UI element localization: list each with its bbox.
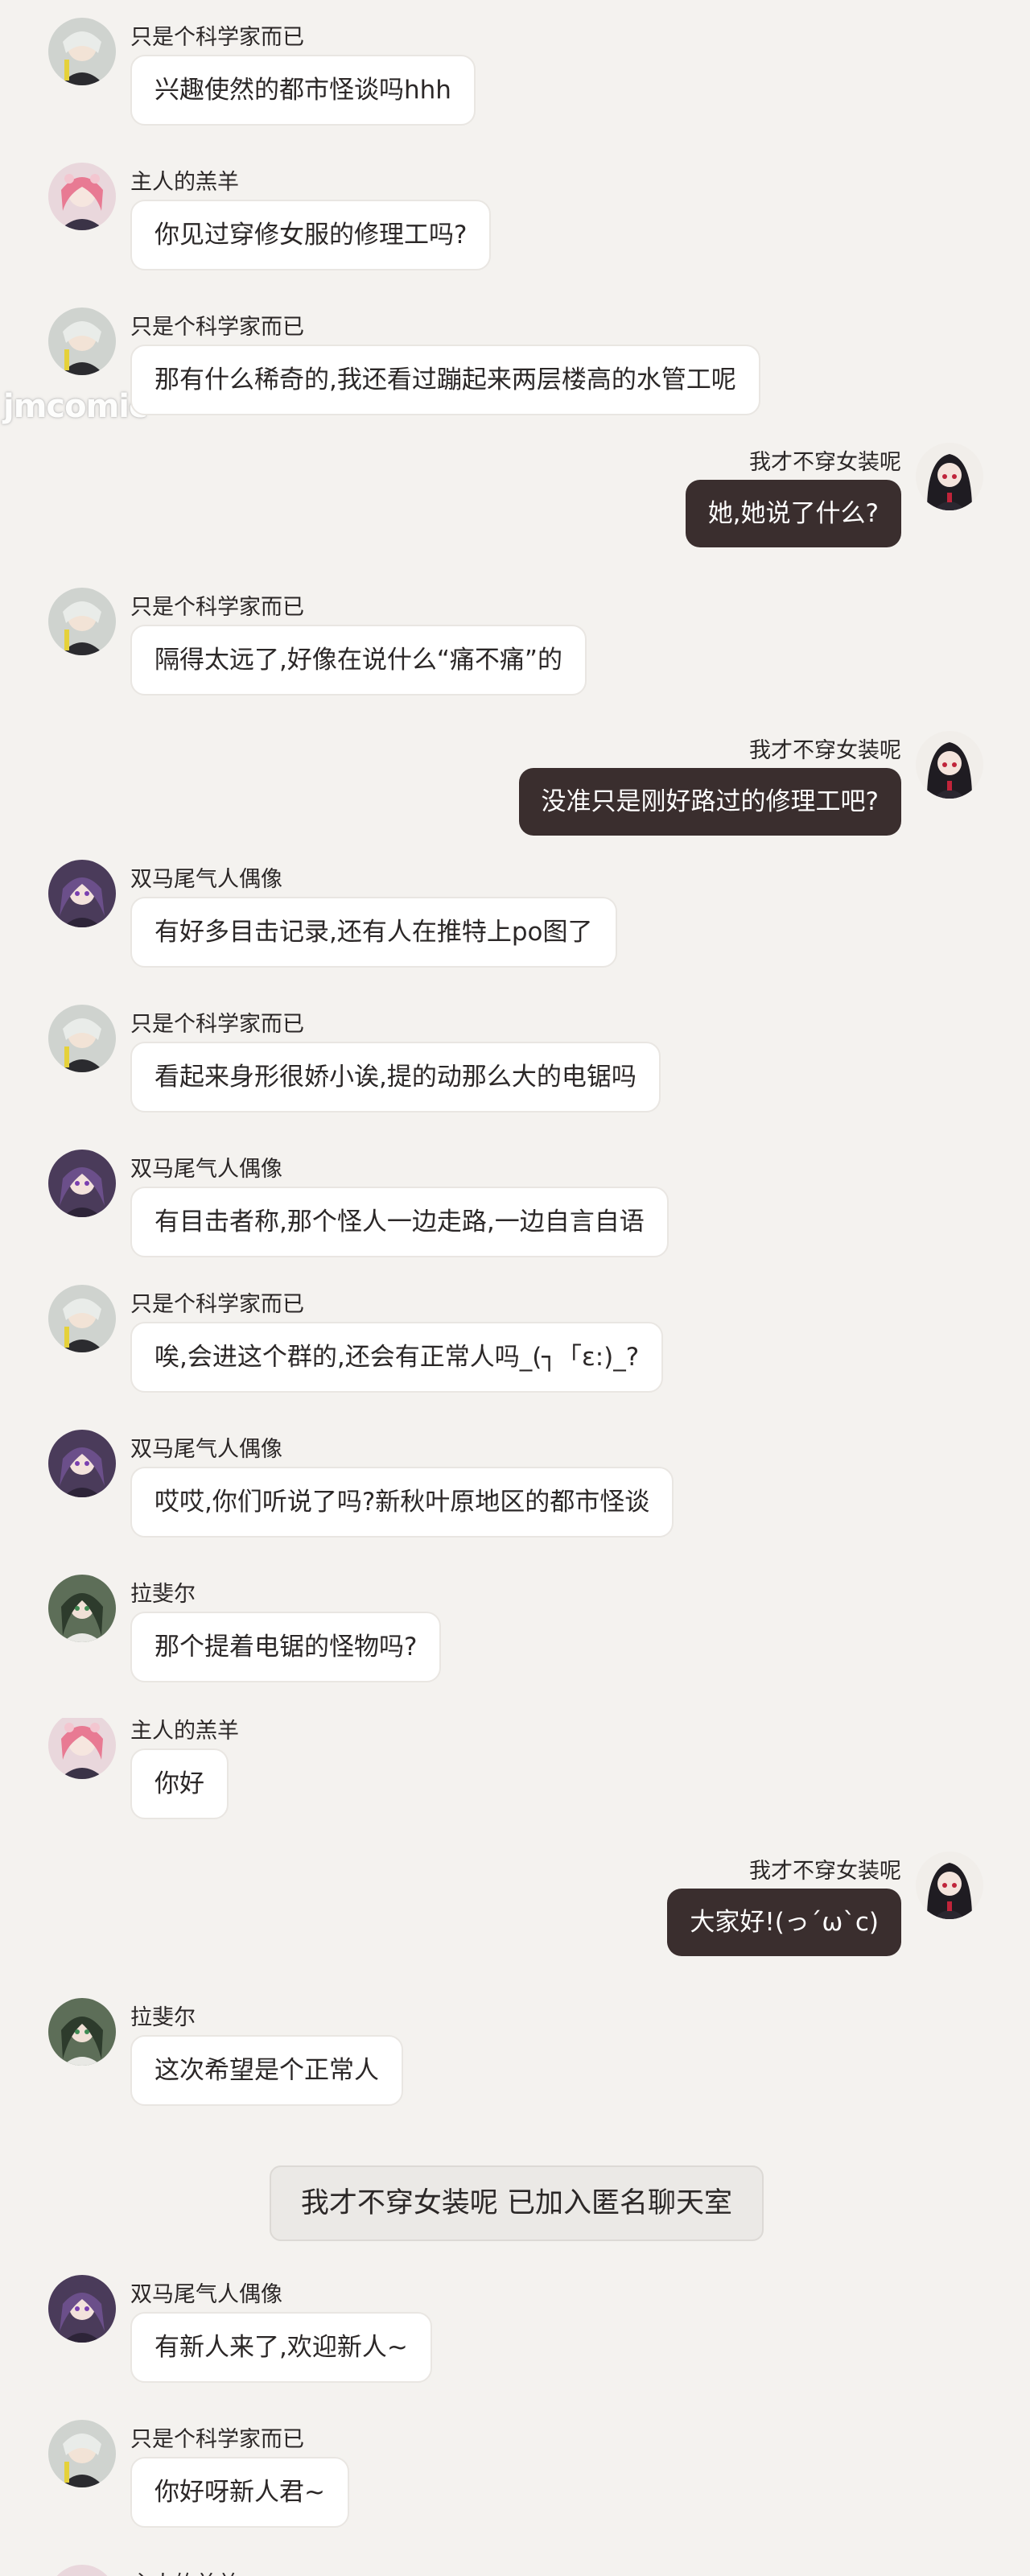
scientist-avatar-icon[interactable] xyxy=(48,2420,116,2487)
sender-name: 只是个科学家而已 xyxy=(130,315,304,340)
sender-name: 双马尾气人偶像 xyxy=(130,1157,282,1182)
self-avatar-icon[interactable] xyxy=(916,443,983,510)
message-bubble[interactable]: 没准只是刚好路过的修理工吧? xyxy=(518,768,901,836)
message-bubble[interactable]: 隔得太远了,好像在说什么“痛不痛”的 xyxy=(130,625,587,696)
raphael-avatar-icon[interactable] xyxy=(48,1998,116,2066)
lamb-avatar-icon[interactable] xyxy=(48,163,116,230)
message-bubble[interactable]: 看起来身形很娇小诶,提的动那么大的电锯吗 xyxy=(130,1042,661,1113)
sender-name: 我才不穿女装呢 xyxy=(749,450,901,475)
lamb-avatar-icon[interactable] xyxy=(48,1711,116,1779)
sender-name: 我才不穿女装呢 xyxy=(749,738,901,763)
message-bubble[interactable]: 那个提着电锯的怪物吗? xyxy=(130,1612,442,1682)
sender-name: 只是个科学家而已 xyxy=(130,25,304,50)
message-bubble[interactable]: 你见过穿修女服的修理工吗? xyxy=(130,200,492,270)
watermark: jmcomic xyxy=(3,388,148,425)
idol-avatar-icon[interactable] xyxy=(48,1430,116,1497)
message-bubble[interactable]: 有好多目击记录,还有人在推特上po图了 xyxy=(130,897,617,968)
sender-name: 主人的羔羊 xyxy=(130,2566,239,2576)
sender-name: 我才不穿女装呢 xyxy=(749,1859,901,1884)
scientist-avatar-icon[interactable] xyxy=(48,588,116,655)
crop-band xyxy=(0,1703,1030,1718)
sender-name: 主人的羔羊 xyxy=(130,170,239,195)
message-bubble[interactable]: 唉,会进这个群的,还会有正常人吗_(┐「ε:)_? xyxy=(130,1322,664,1393)
sender-name: 双马尾气人偶像 xyxy=(130,2282,282,2307)
message-bubble[interactable]: 她,她说了什么? xyxy=(685,480,901,547)
message-bubble[interactable]: 有新人来了,欢迎新人~ xyxy=(130,2312,432,2383)
self-avatar-icon[interactable] xyxy=(916,731,983,799)
chat-screen: jmcomic 只是个科学家而已 兴趣使然的都市怪谈吗hhh 主人的羔羊 你见过… xyxy=(0,0,1030,2576)
sender-name: 只是个科学家而已 xyxy=(130,1012,304,1037)
sender-name: 拉斐尔 xyxy=(130,1582,196,1607)
scientist-avatar-icon[interactable] xyxy=(48,308,116,375)
message-bubble[interactable]: 你好呀新人君~ xyxy=(130,2457,349,2528)
message-bubble[interactable]: 这次希望是个正常人 xyxy=(130,2035,403,2106)
idol-avatar-icon[interactable] xyxy=(48,1150,116,1217)
message-bubble[interactable]: 哎哎,你们听说了吗?新秋叶原地区的都市怪谈 xyxy=(130,1467,674,1538)
scientist-avatar-icon[interactable] xyxy=(48,1285,116,1352)
sender-name: 拉斐尔 xyxy=(130,2005,196,2030)
scientist-avatar-icon[interactable] xyxy=(48,18,116,85)
sender-name: 只是个科学家而已 xyxy=(130,1292,304,1317)
message-bubble[interactable]: 大家好!(っ´ω`c) xyxy=(667,1889,901,1956)
system-notice: 我才不穿女装呢 已加入匿名聊天室 xyxy=(270,2165,764,2241)
idol-avatar-icon[interactable] xyxy=(48,2275,116,2343)
idol-avatar-icon[interactable] xyxy=(48,860,116,927)
sender-name: 只是个科学家而已 xyxy=(130,2427,304,2452)
raphael-avatar-icon[interactable] xyxy=(48,1575,116,1642)
sender-name: 双马尾气人偶像 xyxy=(130,867,282,892)
message-bubble[interactable]: 兴趣使然的都市怪谈吗hhh xyxy=(130,55,476,126)
self-avatar-icon[interactable] xyxy=(916,1852,983,1919)
message-bubble[interactable]: 你好 xyxy=(130,1748,229,1819)
sender-name: 只是个科学家而已 xyxy=(130,595,304,620)
lamb-avatar-icon[interactable] xyxy=(48,2565,116,2576)
message-bubble[interactable]: 那有什么稀奇的,我还看过蹦起来两层楼高的水管工呢 xyxy=(130,345,760,415)
message-bubble[interactable]: 有目击者称,那个怪人一边走路,一边自言自语 xyxy=(130,1187,669,1257)
scientist-avatar-icon[interactable] xyxy=(48,1005,116,1072)
sender-name: 双马尾气人偶像 xyxy=(130,1437,282,1462)
